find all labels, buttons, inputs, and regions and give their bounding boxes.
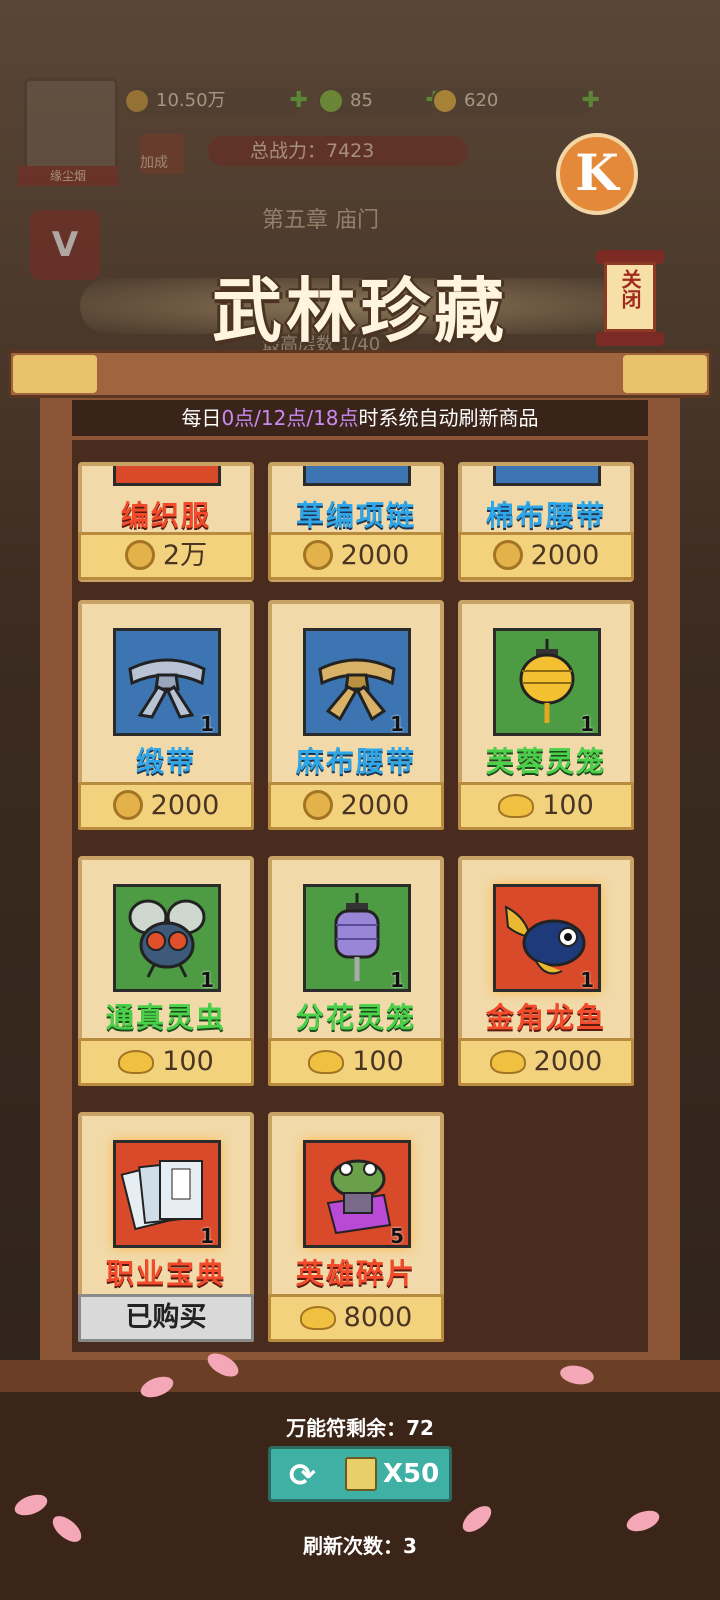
item-price: 2000: [340, 790, 410, 821]
resource-stamina: 85 ✚: [318, 88, 444, 114]
player-name-tag: 缘尘烟: [18, 166, 118, 186]
chapter-title: 第五章 庙门: [262, 208, 379, 233]
gold-ingot-icon: [434, 90, 456, 112]
item-name: 职业宝典: [105, 1257, 226, 1290]
item-price: 2000: [150, 790, 220, 821]
item-name: 英雄碎片: [295, 1257, 416, 1290]
boost-label: 加成: [140, 155, 168, 171]
item-price-button[interactable]: 2000: [458, 1038, 634, 1086]
item-name: 芙蓉灵笼: [485, 745, 606, 778]
coin-icon: [302, 790, 333, 820]
silver-value: 10.50万: [156, 90, 226, 111]
item-price-button[interactable]: 2000: [458, 532, 634, 580]
shop-item-card[interactable]: 5 英雄碎片 8000: [268, 1112, 444, 1342]
item-quantity: 1: [390, 968, 404, 992]
item-name: 金角龙鱼: [485, 1001, 606, 1034]
avatar: [24, 78, 118, 172]
item-price: 100: [352, 1046, 404, 1077]
resource-gold: 620 ✚: [432, 88, 600, 114]
gold-ingot-icon: [489, 1050, 526, 1074]
item-name: 棉布腰带: [485, 499, 606, 532]
item-price-button[interactable]: 100: [458, 782, 634, 830]
refresh-count: 刷新次数：3: [303, 1534, 417, 1558]
item-name: 缎带: [135, 745, 196, 778]
coin-icon: [492, 540, 523, 570]
shop-item-card[interactable]: 草编项链 2000: [268, 462, 444, 582]
item-price: 2000: [340, 540, 410, 571]
item-grid[interactable]: 编织服 2万 草编项链 2000 棉布腰带 2000 1 缎带 2000 1 麻…: [72, 440, 648, 1352]
item-quantity: 1: [580, 712, 594, 736]
close-scroll-bottom: [596, 332, 664, 346]
refresh-cost: X50: [383, 1459, 440, 1489]
notice-prefix: 每日: [181, 406, 222, 430]
item-price-button[interactable]: 100: [78, 1038, 254, 1086]
coin-icon: [112, 790, 143, 820]
gold-ingot-icon: [308, 1050, 345, 1074]
add-gold-icon: ✚: [581, 88, 600, 113]
add-silver-icon: ✚: [289, 88, 308, 113]
notice-times: 0点/12点/18点: [221, 406, 359, 430]
coin-icon: [124, 540, 155, 570]
shop-item-card[interactable]: 1 缎带 2000: [78, 600, 254, 830]
close-text: 关闭: [618, 269, 642, 309]
gold-ingot-icon: [498, 794, 535, 818]
item-quantity: 1: [580, 968, 594, 992]
frame-ornament-right: [623, 355, 707, 393]
stamina-value: 85: [350, 90, 373, 111]
gold-value: 620: [464, 90, 499, 111]
stamina-icon: [320, 90, 342, 112]
shop-item-card[interactable]: 1 分花灵笼 100: [268, 856, 444, 1086]
item-price-button[interactable]: 2000: [268, 782, 444, 830]
item-quantity: 1: [200, 1224, 214, 1248]
item-icon-frame: [493, 466, 601, 486]
shop-item-card[interactable]: 棉布腰带 2000: [458, 462, 634, 582]
item-name: 通真灵虫: [105, 1001, 226, 1034]
refresh-notice: 每日0点/12点/18点时系统自动刷新商品: [72, 400, 648, 436]
item-name: 麻布腰带: [295, 745, 416, 778]
notice-suffix: 时系统自动刷新商品: [358, 406, 539, 430]
talisman-remaining: 万能符剩余：72: [286, 1416, 434, 1440]
k-logo-icon: K: [556, 133, 638, 215]
shop-item-card[interactable]: 1 麻布腰带 2000: [268, 600, 444, 830]
item-price-button[interactable]: 8000: [268, 1294, 444, 1342]
item-quantity: 1: [390, 712, 404, 736]
shop-item-card[interactable]: 编织服 2万: [78, 462, 254, 582]
gold-ingot-icon: [299, 1306, 336, 1330]
close-button[interactable]: 关闭: [596, 250, 664, 350]
shop-frame-top: [8, 350, 712, 398]
shop-item-card[interactable]: 1 职业宝典 已购买: [78, 1112, 254, 1342]
item-price-button[interactable]: 2万: [78, 532, 254, 580]
refresh-button[interactable]: ⟳ X50: [268, 1446, 452, 1502]
item-quantity: 1: [200, 712, 214, 736]
item-name: 分花灵笼: [295, 1001, 416, 1034]
item-name: 编织服: [120, 499, 211, 532]
frame-ornament-left: [13, 355, 97, 393]
item-icon-frame: [113, 466, 221, 486]
item-price: 8000: [343, 1302, 413, 1333]
item-price: 100: [162, 1046, 214, 1077]
item-icon-frame: [303, 466, 411, 486]
close-label: 关闭: [604, 262, 656, 332]
item-price: 2万: [162, 540, 208, 571]
total-power: 总战力：7423: [208, 136, 468, 166]
item-price-button[interactable]: 100: [268, 1038, 444, 1086]
shop-item-card[interactable]: 1 通真灵虫 100: [78, 856, 254, 1086]
item-name: 草编项链: [295, 499, 416, 532]
item-price: 2000: [533, 1046, 603, 1077]
talisman-icon: [345, 1457, 377, 1491]
item-quantity: 5: [390, 1224, 404, 1248]
refresh-icon: ⟳: [289, 1456, 316, 1494]
resource-silver: 10.50万 ✚: [124, 88, 308, 114]
item-price: 2000: [530, 540, 600, 571]
item-quantity: 1: [200, 968, 214, 992]
gold-ingot-icon: [118, 1050, 155, 1074]
shop-item-card[interactable]: 1 金角龙鱼 2000: [458, 856, 634, 1086]
item-price-button[interactable]: 2000: [78, 782, 254, 830]
shop-item-card[interactable]: 1 芙蓉灵笼 100: [458, 600, 634, 830]
silver-icon: [126, 90, 148, 112]
item-price: 100: [542, 790, 594, 821]
item-price-button[interactable]: 2000: [268, 532, 444, 580]
coin-icon: [302, 540, 333, 570]
purchased-button: 已购买: [78, 1294, 254, 1342]
